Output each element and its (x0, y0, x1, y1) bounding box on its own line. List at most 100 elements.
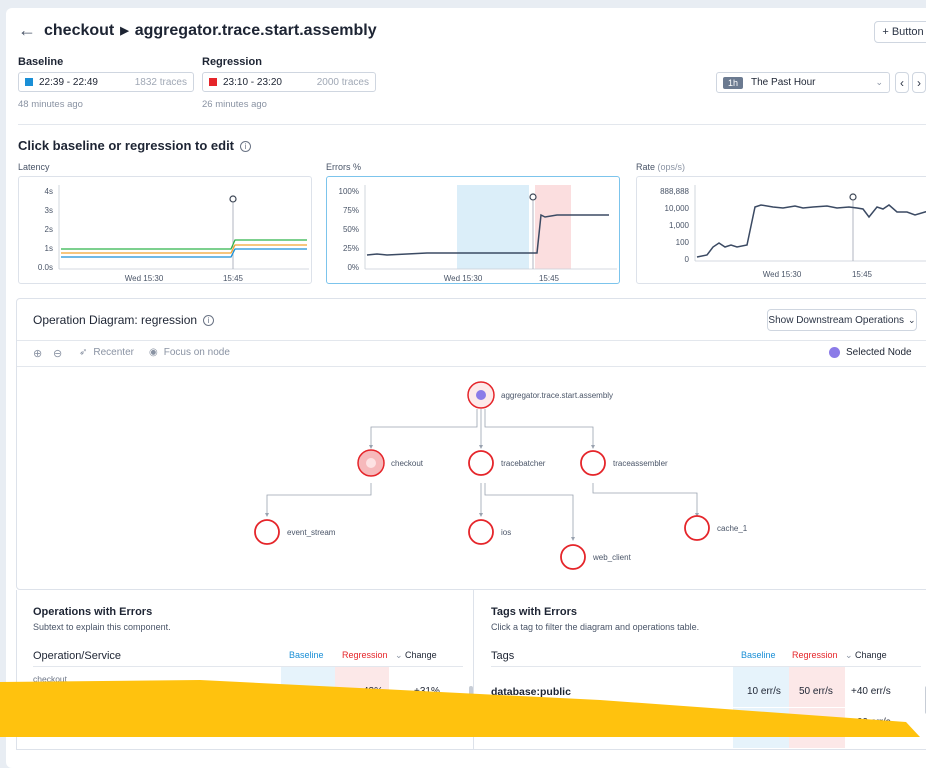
recenter-label: Recenter (93, 347, 134, 358)
regression-range: 23:10 - 23:20 (223, 76, 282, 88)
panel-divider (473, 590, 474, 750)
breadcrumb-operation: aggregator.trace.start.assembly (134, 21, 377, 39)
add-button[interactable]: + Button (874, 21, 926, 43)
x-tick: Wed 15:30 (763, 270, 802, 279)
regression-ago: 26 minutes ago (202, 99, 267, 110)
col-change[interactable]: ⌄ Change (845, 650, 887, 661)
baseline-swatch (25, 78, 33, 86)
tag-name: database:public (491, 686, 571, 698)
breadcrumb: ← checkout ▶ aggregator.trace.start.asse… (18, 20, 377, 41)
x-tick: Wed 15:30 (125, 274, 164, 283)
time-range-badge: 1h (723, 76, 744, 89)
chevron-left-icon[interactable]: ‹ (895, 72, 909, 93)
scrollbar[interactable] (469, 686, 473, 714)
operation-name: checkout (33, 674, 68, 684)
y-tick: 75% (343, 206, 359, 215)
section-title: Click baseline or regression to edit i (18, 138, 252, 153)
node-cache-1[interactable]: cache_1 (684, 515, 748, 541)
baseline-value: 12% (312, 686, 333, 697)
x-tick: 15:45 (539, 274, 560, 283)
y-tick: 100% (339, 187, 359, 196)
node-tracebatcher[interactable]: tracebatcher (468, 450, 546, 476)
node-event-stream[interactable]: event_stream (254, 519, 336, 545)
col-change-label: Change (405, 650, 437, 660)
info-icon[interactable]: i (203, 315, 215, 326)
node-root[interactable]: aggregator.trace.start.assembly (467, 381, 613, 409)
y-tick: 4s (45, 187, 53, 196)
change-value: +31% (414, 686, 440, 697)
divider (18, 124, 926, 125)
diagram-toolbar: ⊕ ⊖ ➶ Recenter ◉ Focus on node Selected No… (17, 341, 926, 367)
y-tick: 10,000 (665, 204, 690, 213)
node-label: ios (501, 528, 511, 537)
node-label: event_stream (287, 528, 336, 537)
col-regression[interactable]: Regression (792, 650, 838, 660)
recenter-button[interactable]: ➶ Recenter (79, 347, 134, 358)
focus-node-button[interactable]: ◉ Focus on node (149, 347, 230, 358)
rate-chart-label: Rate (ops/s) (636, 162, 685, 172)
rate-chart-svg: 888,888 10,000 1,000 100 0 Wed 15:30 15:… (660, 185, 926, 279)
info-icon[interactable]: i (240, 141, 252, 152)
errors-chart[interactable]: 100% 75% 50% 25% 0% Wed 15:30 15:45 (326, 176, 620, 284)
node-label: aggregator.trace.start.assembly (501, 391, 613, 400)
col-change[interactable]: ⌄ Change (395, 650, 437, 661)
y-tick: 2s (45, 225, 53, 234)
chevron-down-icon: ⌄ (875, 77, 883, 87)
divider (491, 666, 921, 667)
y-tick: 1,000 (669, 221, 690, 230)
regression-field[interactable]: 23:10 - 23:20 2000 traces (202, 72, 376, 92)
baseline-range: 22:39 - 22:49 (39, 76, 98, 88)
diagram-canvas: aggregator.trace.start.assembly checkout… (254, 381, 748, 570)
x-tick: Wed 15:30 (444, 274, 483, 283)
downstream-dropdown[interactable]: Show Downstream Operations ⌄ (767, 309, 917, 331)
legend-dot (829, 347, 840, 358)
baseline-ago: 48 minutes ago (18, 99, 83, 110)
arrow-left-icon[interactable]: ← (18, 20, 36, 41)
zoom-in-icon[interactable]: ⊕ (33, 347, 42, 360)
operation-diagram: Operation Diagram: regression i Show Down… (16, 298, 926, 590)
time-range-value: The Past Hour (751, 77, 816, 88)
col-operation[interactable]: Operation/Service (33, 650, 121, 662)
chevron-right-icon[interactable]: › (912, 72, 926, 93)
baseline-highlight (457, 185, 529, 269)
y-tick: 1s (45, 244, 53, 253)
time-range-select[interactable]: 1h The Past Hour ⌄ (716, 72, 890, 93)
node-checkout[interactable]: checkout (357, 449, 424, 477)
tags-errors-subtitle: Click a tag to filter the diagram and op… (491, 622, 700, 632)
node-ios[interactable]: ios (468, 519, 511, 545)
col-baseline[interactable]: Baseline (289, 650, 324, 660)
diagram-title: Operation Diagram: regression i (33, 313, 215, 327)
sort-icon: ⌄ (395, 650, 406, 660)
rate-chart[interactable]: 888,888 10,000 1,000 100 0 Wed 15:30 15:… (636, 176, 926, 284)
col-baseline[interactable]: Baseline (741, 650, 776, 660)
col-regression[interactable]: Regression (342, 650, 388, 660)
selected-node-legend: Selected Node (829, 347, 912, 358)
node-label: web_client (592, 553, 632, 562)
node-traceassembler[interactable]: traceassembler (580, 450, 668, 476)
change-value: +40 err/s (851, 686, 891, 697)
y-tick: 0% (347, 263, 359, 272)
breadcrumb-service[interactable]: checkout (44, 22, 114, 40)
node-label: tracebatcher (501, 459, 546, 468)
zoom-out-icon[interactable]: ⊖ (53, 347, 62, 360)
legend-label: Selected Node (846, 347, 912, 358)
y-tick: 3s (45, 206, 53, 215)
node-web-client[interactable]: web_client (560, 544, 632, 570)
node-label: checkout (391, 459, 424, 468)
navigate-icon: ➶ (79, 347, 88, 358)
x-tick: 15:45 (223, 274, 244, 283)
y-tick: 0 (685, 255, 690, 264)
node-label: traceassembler (613, 459, 668, 468)
marker-dot (529, 193, 537, 201)
col-tags[interactable]: Tags (491, 650, 514, 662)
chevron-down-icon: ⌄ (908, 314, 916, 325)
divider (33, 666, 463, 667)
caret-right-icon: ▶ (120, 25, 129, 37)
latency-chart[interactable]: 4s 3s 2s 1s 0.0s Wed 15:30 15:45 (18, 176, 312, 284)
focus-label: Focus on node (163, 347, 230, 358)
baseline-field[interactable]: 22:39 - 22:49 1832 traces (18, 72, 194, 92)
location-icon: ◉ (149, 347, 158, 358)
change-value: +20 err/s (851, 717, 891, 728)
series-line (696, 204, 926, 258)
baseline-traces: 1832 traces (134, 76, 187, 88)
